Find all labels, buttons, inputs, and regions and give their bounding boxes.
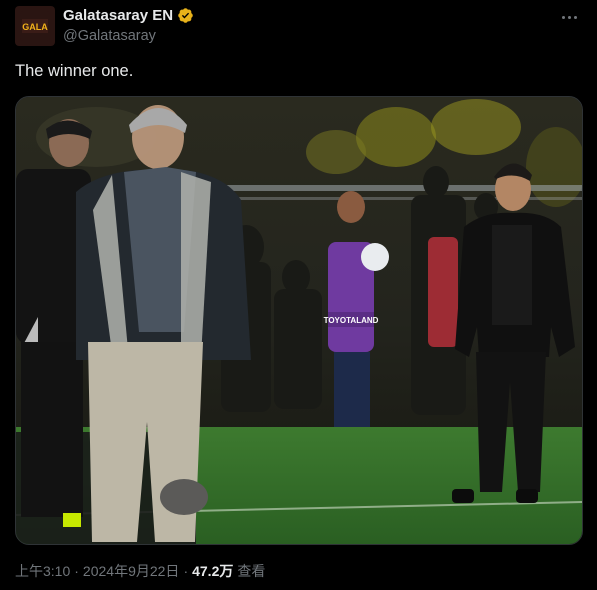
views-label: 查看 [237, 563, 266, 579]
coach-shoe [516, 489, 538, 503]
galatasaray-logo-icon: GALA [20, 11, 50, 41]
coach-shirt [492, 225, 532, 325]
tweet-date[interactable]: 2024年9月22日 [83, 561, 180, 581]
tweet-time[interactable]: 上午3:10 [15, 561, 70, 581]
more-options-button[interactable] [557, 6, 581, 28]
separator-dot: · [74, 563, 79, 579]
more-dot-icon [567, 15, 571, 19]
more-dot-icon [573, 15, 577, 19]
views-count[interactable]: 47.2万 [192, 561, 233, 581]
official-legs [21, 342, 83, 517]
avatar[interactable]: GALA [15, 6, 55, 46]
tweet-text: The winner one. [15, 62, 134, 80]
crowd-yellow [356, 107, 436, 167]
tweet-meta: 上午3:10 · 2024年9月22日 · 47.2万 查看 [15, 561, 265, 581]
boom-microphone [160, 479, 208, 515]
ball-boy-head [337, 191, 365, 223]
photo-scene: TOYOTALAND [16, 97, 582, 544]
more-dot-icon [561, 15, 565, 19]
football [361, 243, 389, 271]
vest-banner-text: TOYOTALAND [324, 316, 379, 325]
avatar-logo-text: GALA [22, 22, 48, 32]
official-sock [63, 513, 81, 527]
tweet-card[interactable]: GALA Galatasaray EN @Galatasaray The win… [0, 0, 597, 590]
coach-shoe [452, 489, 474, 503]
crowd-yellow [306, 130, 366, 174]
handle[interactable]: @Galatasaray [63, 28, 156, 44]
separator-dot: · [183, 563, 189, 579]
tweet-photo[interactable]: TOYOTALAND [15, 96, 583, 545]
crowd-yellow [431, 99, 521, 155]
red-shirt-person [428, 237, 458, 347]
display-name[interactable]: Galatasaray EN [63, 7, 173, 24]
verified-badge-icon[interactable] [177, 7, 194, 24]
